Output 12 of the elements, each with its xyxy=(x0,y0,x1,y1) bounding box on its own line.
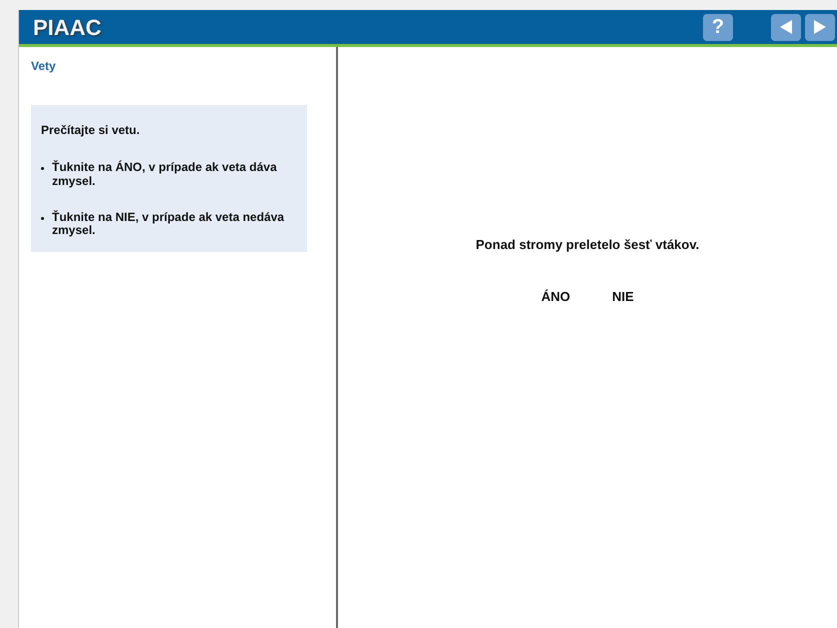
instruction-text: Prečítajte si vetu. xyxy=(41,122,141,139)
instruction-text: Ťuknite na ÁNO, v prípade ak veta dáva zmysel. xyxy=(52,161,278,189)
sentence-text: Ponad stromy preletelo šesť vtákov. xyxy=(476,236,700,254)
instruction-text: Ťuknite na NIE, v prípade ak veta nedáva zmysel. xyxy=(52,210,286,238)
answer-option[interactable]: NIE xyxy=(608,284,638,308)
back-button[interactable] xyxy=(771,14,801,40)
app-title: PIAAC xyxy=(33,14,102,42)
bullet-icon xyxy=(41,167,44,170)
section-heading: Vety xyxy=(31,58,57,75)
answer-option[interactable]: ÁNO xyxy=(537,284,574,308)
next-button[interactable] xyxy=(805,14,835,40)
bullet-icon xyxy=(41,216,44,220)
